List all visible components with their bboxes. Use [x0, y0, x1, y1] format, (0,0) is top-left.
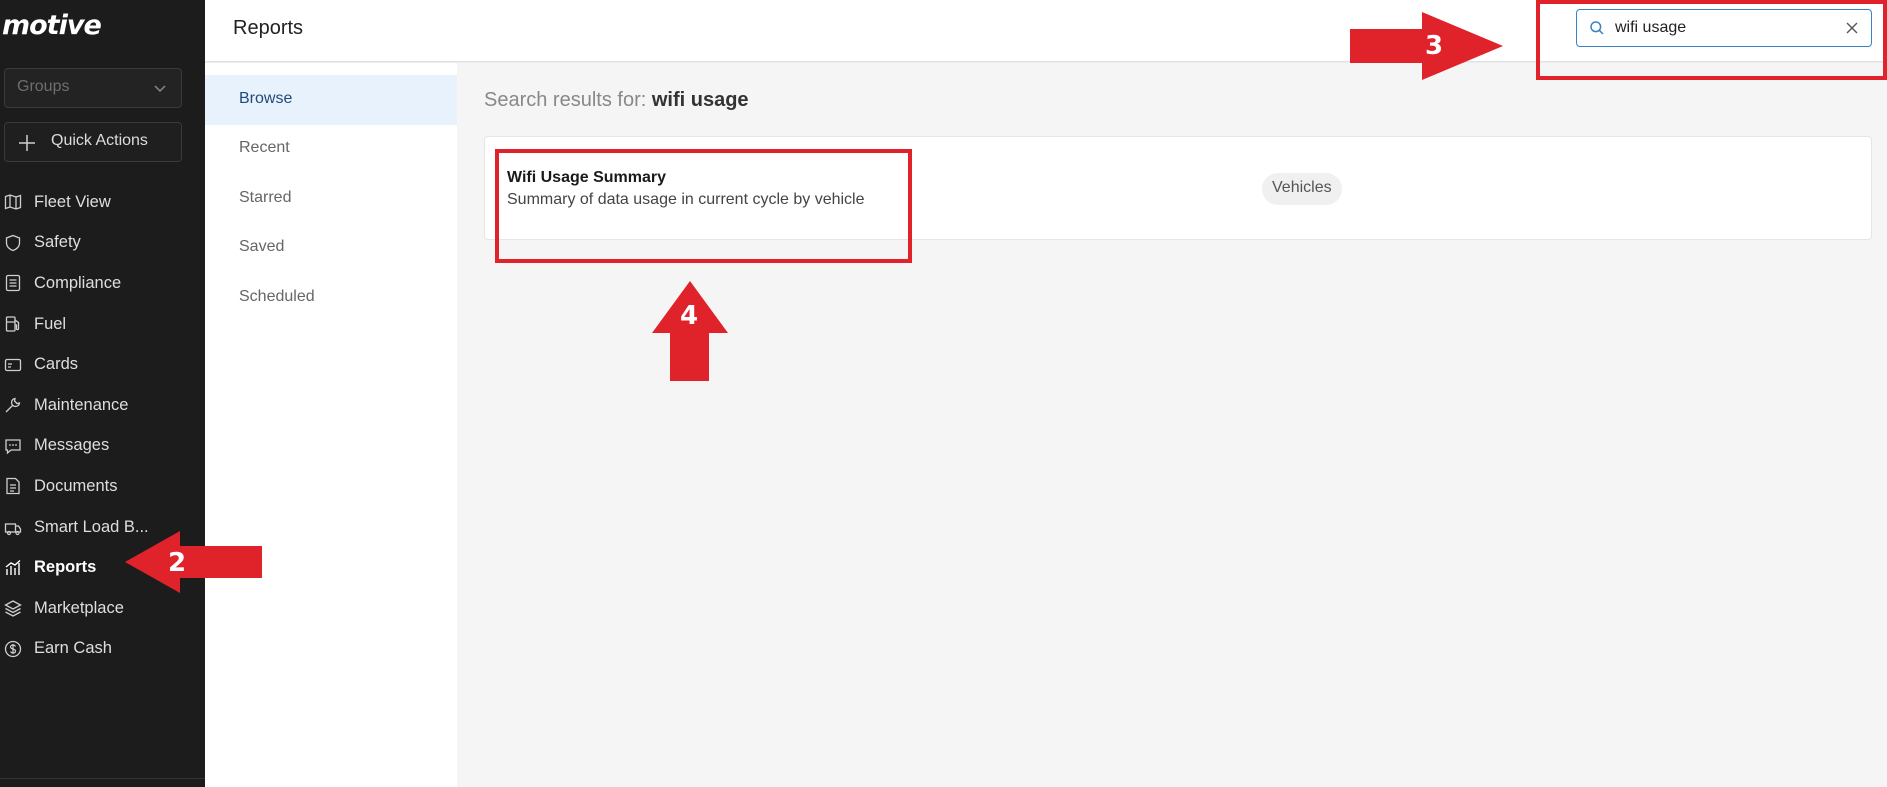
- sidebar-item-label: Fleet View: [34, 192, 111, 211]
- wrench-icon: [5, 397, 21, 413]
- results-query: wifi usage: [651, 89, 749, 111]
- tab-recent[interactable]: Recent: [205, 124, 457, 174]
- quick-actions-label: Quick Actions: [51, 132, 148, 149]
- sidebar-item-label: Fuel: [34, 314, 67, 333]
- tab-scheduled[interactable]: Scheduled: [205, 273, 457, 323]
- sidebar-nav: Fleet View Safety Compliance Fuel Cards …: [0, 182, 205, 669]
- sidebar-item-label: Cards: [34, 355, 79, 374]
- sidebar-item-label: Messages: [34, 436, 110, 455]
- shield-icon: [5, 234, 21, 252]
- motive-logo[interactable]: motive: [2, 10, 102, 41]
- results-heading: Search results for: wifi usage: [484, 89, 749, 112]
- sidebar-item-fuel[interactable]: Fuel: [0, 304, 205, 345]
- tab-starred[interactable]: Starred: [205, 174, 457, 224]
- sidebar-item-compliance[interactable]: Compliance: [0, 263, 205, 304]
- sidebar-item-messages[interactable]: Messages: [0, 426, 205, 467]
- card-icon: [4, 358, 22, 371]
- sidebar-item-label: Safety: [34, 233, 81, 252]
- result-tag-vehicles: Vehicles: [1262, 173, 1342, 205]
- dollar-icon: [4, 640, 22, 657]
- reports-subnav: Browse Recent Starred Saved Scheduled: [205, 63, 457, 787]
- sidebar-item-marketplace[interactable]: Marketplace: [0, 588, 205, 629]
- fuel-icon: [5, 316, 20, 332]
- annotation-number-4: 4: [680, 301, 699, 331]
- message-icon: [5, 439, 21, 455]
- layers-icon: [4, 600, 22, 617]
- annotation-box-result: [495, 149, 912, 263]
- plus-icon: [19, 135, 35, 151]
- load-board-icon: [4, 523, 22, 536]
- annotation-box-search: [1536, 0, 1887, 80]
- sidebar-item-maintenance[interactable]: Maintenance: [0, 385, 205, 426]
- map-icon: [4, 194, 22, 210]
- sidebar: motive Groups Quick Actions Fleet View S…: [0, 0, 205, 787]
- quick-actions-button[interactable]: Quick Actions: [4, 122, 182, 162]
- sidebar-item-documents[interactable]: Documents: [0, 466, 205, 507]
- tab-saved[interactable]: Saved: [205, 223, 457, 273]
- annotation-arrow-2: [125, 531, 262, 593]
- sidebar-divider: [0, 778, 205, 779]
- sidebar-item-earn-cash[interactable]: Earn Cash: [0, 629, 205, 670]
- sidebar-item-label: Compliance: [34, 273, 122, 292]
- sidebar-item-safety[interactable]: Safety: [0, 223, 205, 264]
- tab-browse[interactable]: Browse: [205, 75, 457, 125]
- groups-select[interactable]: Groups: [4, 68, 182, 108]
- chevron-down-icon: [154, 85, 166, 93]
- sidebar-item-cards[interactable]: Cards: [0, 344, 205, 385]
- reports-icon: [5, 559, 21, 575]
- sidebar-item-label: Reports: [34, 558, 97, 577]
- document-icon: [6, 478, 20, 495]
- results-prefix: Search results for:: [484, 89, 647, 111]
- sidebar-item-label: Documents: [34, 476, 118, 495]
- sidebar-item-fleet-view[interactable]: Fleet View: [0, 182, 205, 223]
- sidebar-item-label: Earn Cash: [34, 639, 112, 658]
- annotation-arrow-4: [652, 281, 728, 381]
- annotation-number-3: 3: [1425, 31, 1444, 61]
- groups-placeholder: Groups: [17, 78, 70, 95]
- page-title: Reports: [233, 17, 304, 39]
- annotation-number-2: 2: [168, 548, 187, 578]
- list-icon: [5, 275, 21, 292]
- sidebar-item-label: Maintenance: [34, 395, 129, 414]
- sidebar-item-label: Marketplace: [34, 598, 124, 617]
